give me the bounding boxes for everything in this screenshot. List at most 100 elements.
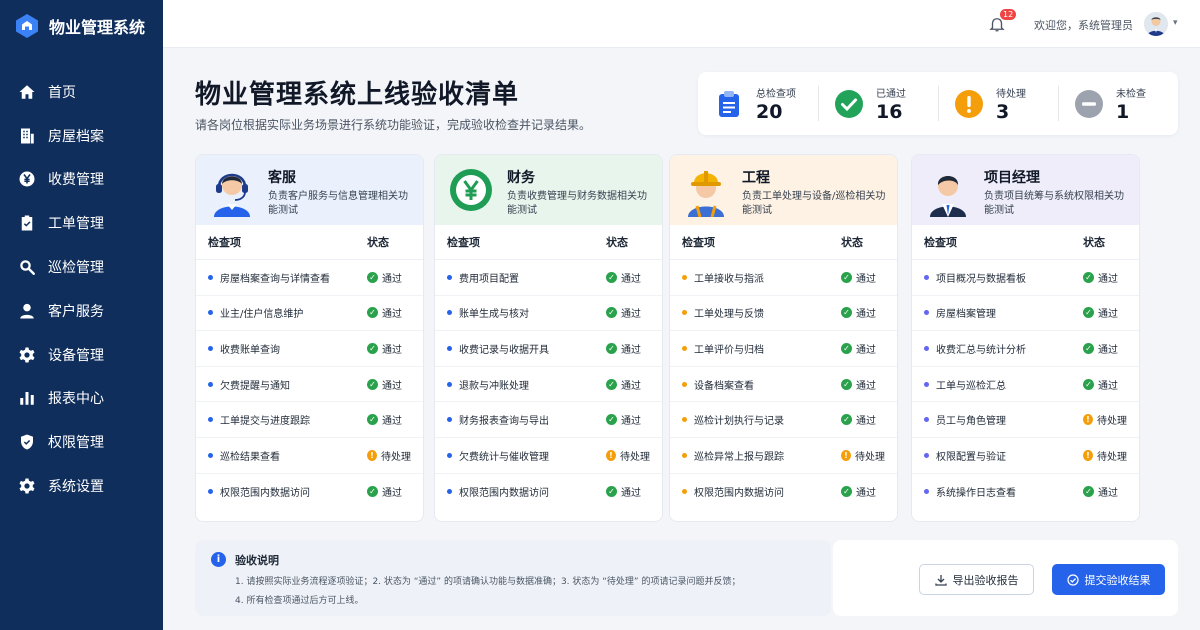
status-label: 通过 (621, 487, 641, 499)
settings-icon (19, 478, 35, 494)
table-row: 员工与角色管理! 待处理 (912, 402, 1139, 438)
sidebar-item-inspection[interactable]: 巡检管理 (0, 245, 163, 289)
sidebar-item-settings[interactable]: 系统设置 (0, 464, 163, 508)
sidebar-item-workorders[interactable]: 工单管理 (0, 201, 163, 245)
checklist-item-label: 设备档案查看 (694, 380, 754, 392)
check-circle-icon: ✓ (367, 414, 378, 426)
table-row: 收费账单查询 ✓ 通过 (196, 331, 423, 367)
checklist-item-label: 员工与角色管理 (936, 416, 1006, 428)
stat-total: 总检查项 20 (698, 72, 818, 135)
notes-line: 1. 请按照实际业务流程逐项验证；2. 状态为 “通过” 的项请确认功能与数据准… (235, 577, 741, 587)
checklist-rows: 费用项目配置 ✓ 通过 账单生成与核对 ✓ 通过 收费记录与收据开具 ✓ 通过 退款与冲账处理 ✓ 通… (435, 260, 662, 509)
summary-stats: 总检查项 20 已通过 16 待处理 3 未检查 1 (698, 72, 1178, 135)
download-icon (934, 574, 947, 586)
table-row: 收费记录与收据开具 ✓ 通过 (435, 331, 662, 367)
sidebar-item-home[interactable]: 首页 (0, 70, 163, 114)
bullet-dot-icon (924, 345, 929, 351)
bullet-dot-icon (924, 310, 929, 316)
submit-result-button[interactable]: 提交验收结果 (1052, 564, 1165, 595)
warning-circle-icon: ! (841, 449, 851, 461)
table-header: 检查项 状态 (670, 225, 897, 260)
brand[interactable]: 物业管理系统 (0, 0, 163, 52)
status-label: 通过 (621, 416, 641, 428)
bullet-dot-icon (208, 452, 213, 458)
sidebar-item-reports[interactable]: 报表中心 (0, 377, 163, 421)
status-badge: ✓ 通过 (841, 412, 885, 427)
table-header: 检查项 状态 (196, 225, 423, 260)
sidebar-item-label: 系统设置 (48, 479, 104, 496)
table-row: 权限范围内数据访问 ✓ 通过 (435, 474, 662, 510)
status-label: 通过 (856, 309, 876, 321)
role-card-project-manager: 项目经理 负责项目统筹与系统权限相关功能测试 检查项 状态 项目概况与数据看板 ✓… (911, 154, 1140, 522)
sidebar-item-houses[interactable]: 房屋档案 (0, 114, 163, 158)
status-badge: ✓ 通过 (367, 270, 411, 285)
status-badge: ✓ 通过 (606, 305, 650, 320)
sidebar-item-permissions[interactable]: 权限管理 (0, 420, 163, 464)
sidebar-item-label: 客户服务 (48, 303, 104, 320)
sidebar-item-billing[interactable]: 收费管理 (0, 158, 163, 202)
check-circle-icon: ✓ (367, 485, 378, 497)
table-row: 账单生成与核对 ✓ 通过 (435, 296, 662, 332)
sidebar-item-label: 设备管理 (48, 347, 104, 364)
actions-panel: 导出验收报告 提交验收结果 (833, 540, 1178, 616)
status-badge: ! 待处理 (606, 448, 650, 463)
status-badge: ✓ 通过 (367, 377, 411, 392)
check-circle-icon (1066, 573, 1079, 586)
checklist-item: 工单与巡检汇总 (924, 377, 1006, 392)
check-circle-icon: ✓ (367, 307, 378, 319)
check-circle-icon: ✓ (841, 342, 852, 354)
sidebar-item-label: 工单管理 (48, 216, 104, 233)
checklist-item: 费用项目配置 (447, 270, 519, 285)
status-label: 通过 (382, 380, 402, 392)
status-label: 通过 (856, 380, 876, 392)
column-header-status: 状态 (606, 236, 628, 249)
export-report-label: 导出验收报告 (952, 573, 1019, 587)
bullet-dot-icon (682, 452, 687, 458)
checklist-item: 权限配置与验证 (924, 448, 1006, 463)
checklist-item: 账单生成与核对 (447, 305, 529, 320)
sidebar-item-label: 报表中心 (48, 391, 104, 408)
bullet-dot-icon (924, 452, 929, 458)
card-title: 客服 (268, 170, 296, 186)
status-label: 待处理 (1097, 416, 1127, 428)
status-badge: ✓ 通过 (1083, 377, 1127, 392)
export-report-button[interactable]: 导出验收报告 (919, 564, 1034, 595)
checklist-item-label: 工单评价与归档 (694, 344, 764, 356)
table-row: 权限范围内数据访问 ✓ 通过 (670, 474, 897, 510)
checklist-item: 巡检计划执行与记录 (682, 412, 784, 427)
avatar[interactable] (1144, 12, 1168, 36)
check-circle-icon: ✓ (1083, 485, 1094, 497)
checklist-rows: 项目概况与数据看板 ✓ 通过 房屋档案管理 ✓ 通过 收费汇总与统计分析 ✓ 通过 工单与巡检汇总… (912, 260, 1139, 509)
card-header: 客服 负责客户服务与信息管理相关功能测试 (196, 155, 423, 225)
status-label: 通过 (382, 344, 402, 356)
checklist-item-label: 工单与巡检汇总 (936, 380, 1006, 392)
sidebar-item-label: 房屋档案 (48, 128, 104, 145)
chevron-down-icon[interactable]: ▾ (1173, 18, 1178, 28)
notification-button[interactable]: 12 (988, 9, 1017, 33)
check-circle-icon: ✓ (606, 307, 617, 319)
status-badge: ✓ 通过 (1083, 341, 1127, 356)
hardhat-worker-icon (688, 171, 724, 217)
checklist-item-label: 工单提交与进度跟踪 (220, 416, 310, 428)
bar-chart-icon (20, 392, 34, 406)
checklist-item: 收费账单查询 (208, 341, 280, 356)
check-circle-icon: ✓ (606, 342, 617, 354)
warning-circle-icon (954, 89, 984, 119)
bullet-dot-icon (682, 417, 687, 423)
bullet-dot-icon (682, 310, 687, 316)
bullet-dot-icon (682, 274, 687, 280)
table-row: 巡检计划执行与记录 ✓ 通过 (670, 402, 897, 438)
warning-circle-icon: ! (606, 449, 616, 461)
checklist-rows: 工单接收与指派 ✓ 通过 工单处理与反馈 ✓ 通过 工单评价与归档 ✓ 通过 设备档案查看 ✓ 通过巡… (670, 260, 897, 509)
check-circle-icon: ✓ (1083, 342, 1094, 354)
sidebar-item-equipment[interactable]: 设备管理 (0, 333, 163, 377)
welcome-text: 欢迎您，系统管理员 (1034, 19, 1133, 32)
checklist-item: 欠费统计与催收管理 (447, 448, 549, 463)
sidebar-item-customer-service[interactable]: 客户服务 (0, 289, 163, 333)
status-label: 通过 (382, 273, 402, 285)
status-badge: ✓ 通过 (841, 341, 885, 356)
checklist-item: 工单提交与进度跟踪 (208, 412, 310, 427)
table-row: 系统操作日志查看 ✓ 通过 (912, 474, 1139, 510)
bullet-dot-icon (208, 310, 213, 316)
checklist-item-label: 欠费统计与催收管理 (459, 451, 549, 463)
